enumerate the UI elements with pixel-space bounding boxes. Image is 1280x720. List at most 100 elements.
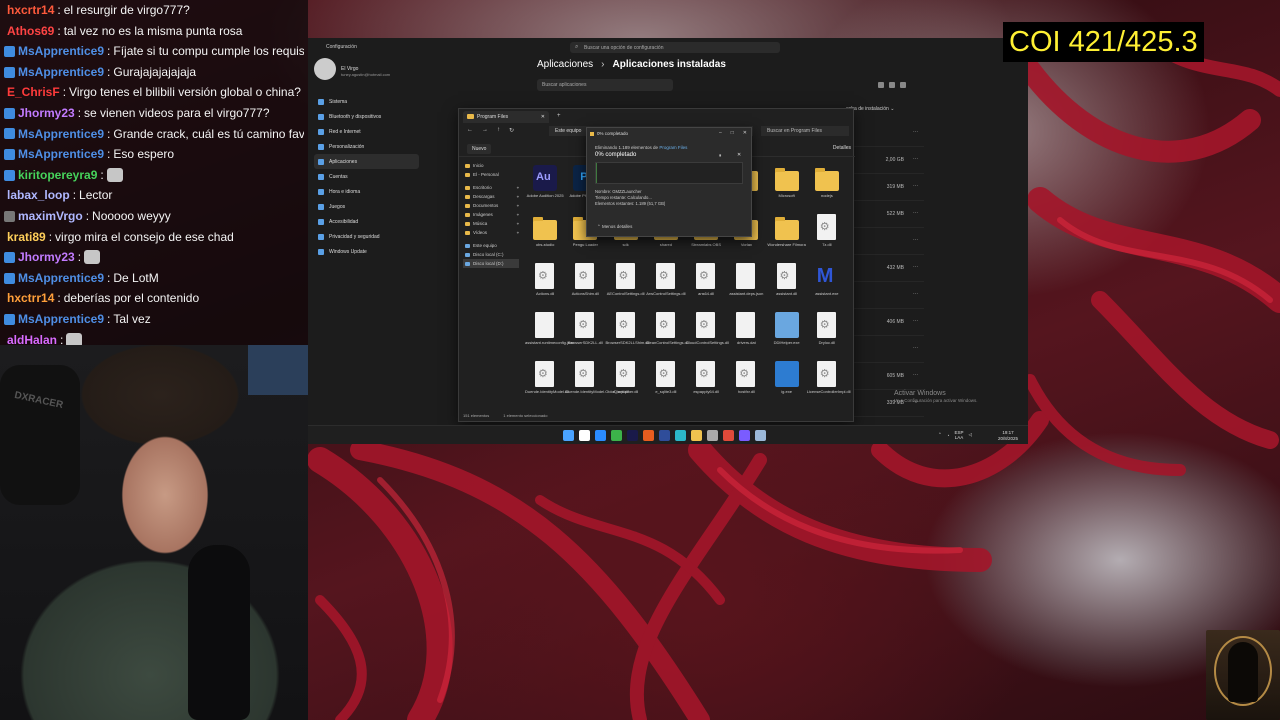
file-item[interactable]: BrowserSDK2LLShim.dll xyxy=(606,310,649,359)
sidebar-item[interactable]: Música ⌖ xyxy=(463,219,519,228)
nav-item-personalización[interactable]: Personalización xyxy=(314,139,419,154)
minimize-icon[interactable]: – xyxy=(719,130,722,136)
close-icon[interactable]: ✕ xyxy=(743,130,747,136)
sidebar-item[interactable]: Este equipo xyxy=(463,241,519,250)
file-item[interactable]: assistant.deps.json xyxy=(726,261,766,310)
volume-icon[interactable]: ◁ xyxy=(969,432,972,438)
chat-username[interactable]: E_ChrisF xyxy=(7,82,60,103)
wifi-icon[interactable]: ◔ xyxy=(947,433,950,438)
file-item[interactable]: e_sqlcipher.dll xyxy=(606,359,646,408)
folder-item[interactable]: Microsoft xyxy=(767,163,807,212)
file-item[interactable]: CloudControlSettings.dll xyxy=(686,310,729,359)
chat-username[interactable]: MsApprentice9 xyxy=(18,144,104,165)
cancel-icon[interactable]: ✕ xyxy=(737,152,741,158)
chat-username[interactable]: Jhormy23 xyxy=(18,247,75,268)
more-options-icon[interactable]: ··· xyxy=(913,291,918,297)
taskbar-app-icon[interactable] xyxy=(755,430,766,441)
nav-item-accesibilidad[interactable]: Accesibilidad xyxy=(314,214,419,229)
taskbar-app-icon[interactable] xyxy=(739,430,750,441)
sidebar-item[interactable]: Vídeos ⌖ xyxy=(463,228,519,237)
apps-search-input[interactable]: Buscar aplicaciones xyxy=(537,79,673,91)
sidebar-item[interactable]: Imágenes ⌖ xyxy=(463,210,519,219)
taskbar-app-icon[interactable] xyxy=(627,430,638,441)
folder-item[interactable]: Wondershare Filmora xyxy=(767,212,807,261)
folder-item[interactable]: obs-studio xyxy=(525,212,565,261)
file-item[interactable]: espapply64.dll xyxy=(686,359,726,408)
file-item[interactable]: Dryloc.dll xyxy=(807,310,847,359)
file-item[interactable]: assistant.exe xyxy=(807,261,847,310)
new-tab-button[interactable]: + xyxy=(557,113,561,119)
taskbar-app-icon[interactable] xyxy=(611,430,622,441)
file-item[interactable]: DDIHelper.exe xyxy=(767,310,807,359)
file-item[interactable]: ans64.dll xyxy=(686,261,726,310)
chat-username[interactable]: kiritopereyra9 xyxy=(18,165,97,186)
taskbar-clock[interactable]: 19:17 20/8/2025 xyxy=(998,430,1018,442)
chat-username[interactable]: MsApprentice9 xyxy=(18,124,104,145)
chat-username[interactable]: labax_loop xyxy=(7,185,70,206)
file-item[interactable]: assistant.runtimeconfig.json xyxy=(525,310,574,359)
taskbar-app-icon[interactable] xyxy=(675,430,686,441)
list-view-icon[interactable] xyxy=(878,82,884,88)
maximize-icon[interactable]: □ xyxy=(731,130,734,136)
file-item[interactable]: LicenseControllerImpl.dll xyxy=(807,359,851,408)
more-options-icon[interactable]: ··· xyxy=(913,237,918,243)
file-item[interactable]: CleanControlSettings.dll xyxy=(646,310,689,359)
less-details-toggle[interactable]: ⌃ Menos detalles xyxy=(597,224,632,230)
nav-item-sistema[interactable]: Sistema xyxy=(314,94,419,109)
nav-item-bluetooth-y-dispositivos[interactable]: Bluetooth y dispositivos xyxy=(314,109,419,124)
chat-username[interactable]: krati89 xyxy=(7,227,46,248)
nav-item-privacidad-y-seguridad[interactable]: Privacidad y seguridad xyxy=(314,229,419,244)
chat-username[interactable]: Athos69 xyxy=(7,21,54,42)
explorer-search-input[interactable]: Buscar en Program Files xyxy=(761,126,849,136)
file-item[interactable]: hostfxr.dll xyxy=(726,359,766,408)
taskbar-app-icon[interactable] xyxy=(691,430,702,441)
file-item[interactable]: e_sqlite3.dll xyxy=(646,359,686,408)
nav-item-windows-update[interactable]: Windows Update xyxy=(314,244,419,259)
chat-username[interactable]: Jhormy23 xyxy=(18,103,75,124)
forward-arrow-icon[interactable]: → xyxy=(482,127,488,134)
up-arrow-icon[interactable]: ↑ xyxy=(497,127,500,134)
details-button[interactable]: Detalles xyxy=(833,145,851,151)
sidebar-item[interactable]: Disco local (C:) xyxy=(463,250,519,259)
sidebar-item[interactable]: Disco local (D:) xyxy=(463,259,519,268)
chat-username[interactable]: MsApprentice9 xyxy=(18,268,104,289)
file-item[interactable]: drivers.dat xyxy=(726,310,766,359)
file-item[interactable]: Duende.IdentityModel.dll xyxy=(525,359,569,408)
tab-program-files[interactable]: Program Files ✕ xyxy=(463,111,549,123)
taskbar-app-icon[interactable] xyxy=(707,430,718,441)
more-options-icon[interactable]: ··· xyxy=(913,345,918,351)
user-profile[interactable]: El Virgo tuney.agustin@hotmail.com xyxy=(314,58,424,84)
sidebar-item[interactable]: Documentos ⌖ xyxy=(463,201,519,210)
language-indicator[interactable]: ESP LAA xyxy=(955,430,964,440)
chat-username[interactable]: hxcrtr14 xyxy=(7,0,54,21)
more-options-icon[interactable]: ··· xyxy=(913,183,918,189)
grid-view-icon[interactable] xyxy=(889,82,895,88)
operation-target-link[interactable]: Program Files xyxy=(659,145,687,150)
chat-username[interactable]: maximVrgo xyxy=(18,206,83,227)
file-item[interactable]: Duende.IdentityModel.OidcClient.dll xyxy=(565,359,629,408)
start-button-icon[interactable] xyxy=(563,430,574,441)
nav-item-red-e-internet[interactable]: Red e Internet xyxy=(314,124,419,139)
taskbar-app-icon[interactable] xyxy=(643,430,654,441)
chat-username[interactable]: MsApprentice9 xyxy=(18,309,104,330)
file-item[interactable]: AEControlSettings.dll xyxy=(606,261,646,310)
tile-view-icon[interactable] xyxy=(900,82,906,88)
settings-search-input[interactable]: ⌕ Buscar una opción de configuración xyxy=(570,42,780,53)
chat-username[interactable]: MsApprentice9 xyxy=(18,41,104,62)
search-icon[interactable] xyxy=(579,430,590,441)
file-item[interactable]: ArwControlSettings.dll xyxy=(646,261,686,310)
refresh-icon[interactable]: ↻ xyxy=(509,127,514,134)
file-item[interactable]: BrowserSDK2LL.dll xyxy=(565,310,605,359)
more-options-icon[interactable]: ··· xyxy=(913,264,918,270)
close-tab-icon[interactable]: ✕ xyxy=(541,114,545,120)
taskbar-app-icon[interactable] xyxy=(659,430,670,441)
file-item[interactable]: Adobe Audition 2025 xyxy=(525,163,565,212)
file-item[interactable]: ActionsShim.dll xyxy=(565,261,605,310)
sidebar-item[interactable]: Escritorio ⌖ xyxy=(463,183,519,192)
sidebar-item[interactable]: El - Personal xyxy=(463,170,519,179)
taskbar-app-icon[interactable] xyxy=(723,430,734,441)
file-item[interactable]: assistant.dll xyxy=(767,261,807,310)
more-options-icon[interactable]: ··· xyxy=(913,210,918,216)
sidebar-item[interactable]: Descargas ⌖ xyxy=(463,192,519,201)
nav-item-cuentas[interactable]: Cuentas xyxy=(314,169,419,184)
